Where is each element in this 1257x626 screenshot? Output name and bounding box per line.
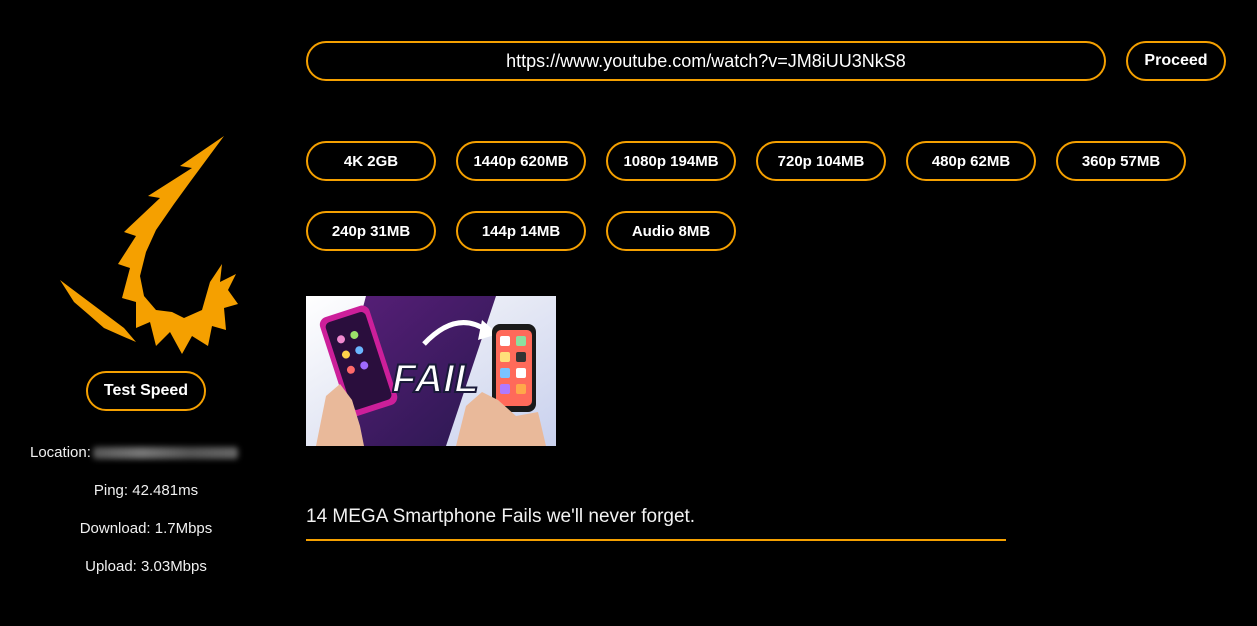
url-input[interactable] — [306, 41, 1106, 81]
upload-stat: Upload: 3.03Mbps — [85, 558, 207, 575]
location-redacted — [92, 447, 238, 460]
format-button-1440p[interactable]: 1440p 620MB — [456, 141, 586, 181]
video-title: 14 MEGA Smartphone Fails we'll never for… — [306, 506, 696, 527]
test-speed-button[interactable]: Test Speed — [86, 371, 206, 411]
format-button-audio[interactable]: Audio 8MB — [606, 211, 736, 251]
download-stat: Download: 1.7Mbps — [79, 520, 213, 537]
title-underline — [306, 539, 1006, 541]
format-button-144p[interactable]: 144p 14MB — [456, 211, 586, 251]
format-button-720p[interactable]: 720p 104MB — [756, 141, 886, 181]
format-button-360p[interactable]: 360p 57MB — [1056, 141, 1186, 181]
location-stat: Location: — [30, 444, 260, 461]
thumbnail-fail-text: FAIL — [392, 357, 479, 401]
video-thumbnail: FAIL — [306, 296, 556, 446]
ping-stat: Ping: 42.481ms — [93, 482, 199, 499]
proceed-button[interactable]: Proceed — [1126, 41, 1226, 81]
lightning-logo-icon — [60, 136, 238, 354]
format-button-4k[interactable]: 4K 2GB — [306, 141, 436, 181]
format-button-480p[interactable]: 480p 62MB — [906, 141, 1036, 181]
format-button-240p[interactable]: 240p 31MB — [306, 211, 436, 251]
app-root: Test Speed Location: Ping: 42.481ms Down… — [0, 0, 1257, 626]
format-button-1080p[interactable]: 1080p 194MB — [606, 141, 736, 181]
location-label: Location: — [30, 444, 91, 461]
